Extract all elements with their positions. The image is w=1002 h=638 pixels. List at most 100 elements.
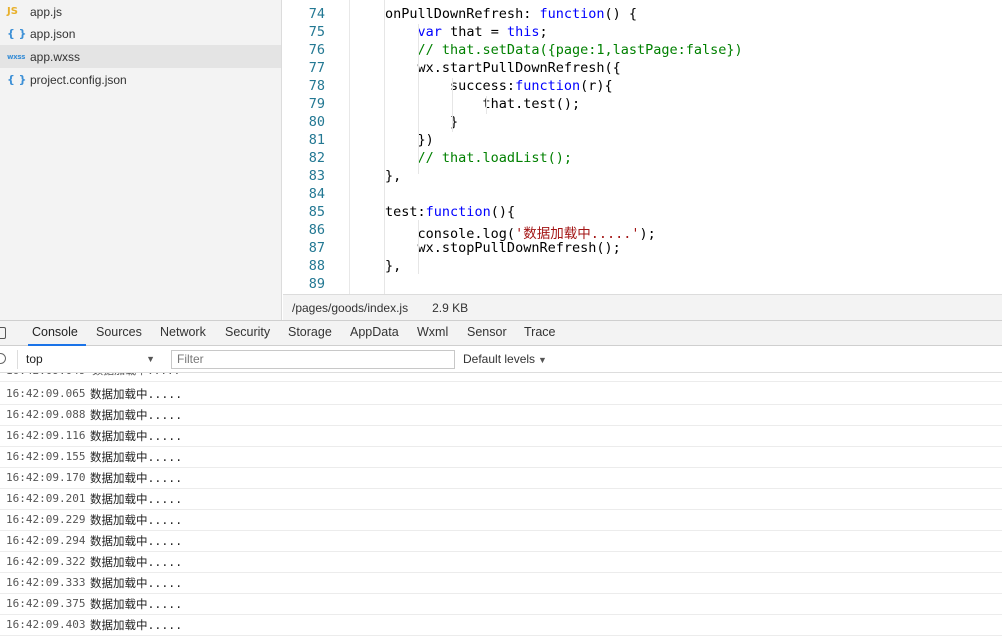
code-line: } xyxy=(320,114,458,130)
log-message: 数据加载中..... xyxy=(90,555,183,569)
console-log-row: 16:42:09.229 数据加载中..... xyxy=(0,510,1002,531)
log-entry: 16:42:09.049 数据加载中..... xyxy=(6,373,180,381)
code-line: wx.startPullDownRefresh({ xyxy=(320,60,621,76)
code-token: }, xyxy=(320,168,402,184)
code-token: var xyxy=(417,24,442,40)
tab-console[interactable]: Console xyxy=(28,321,86,346)
log-message: 数据加载中..... xyxy=(90,597,183,611)
editor-status-bar: /pages/goods/index.js 2.9 KB xyxy=(283,294,1002,320)
file-tree-item[interactable]: JS app.js xyxy=(0,0,281,23)
log-message: 数据加载中..... xyxy=(90,534,183,548)
tab-security[interactable]: Security xyxy=(225,321,270,346)
line-number: 86 xyxy=(308,222,325,238)
line-number: 76 xyxy=(308,42,325,58)
tab-sources[interactable]: Sources xyxy=(96,321,142,346)
file-tree-item[interactable]: { } app.json xyxy=(0,22,281,45)
js-file-icon: JS xyxy=(7,6,18,17)
log-timestamp: 16:42:09.088 xyxy=(6,408,86,421)
tab-sensor[interactable]: Sensor xyxy=(467,321,507,346)
file-tree-item[interactable]: wxss app.wxss xyxy=(0,45,281,68)
tab-storage[interactable]: Storage xyxy=(288,321,332,346)
code-token: that.test(); xyxy=(320,96,581,112)
console-log-row: 16:42:09.333 数据加载中..... xyxy=(0,573,1002,594)
ide-top-area: JS app.js{ } app.json wxss app.wxss{ } projec… xyxy=(0,0,1002,320)
indent-guide xyxy=(452,78,453,132)
line-number: 89 xyxy=(308,276,325,292)
console-log-row: 16:42:09.403 数据加载中..... xyxy=(0,615,1002,636)
code-line: console.log('数据加载中.....'); xyxy=(320,222,656,242)
log-timestamp: 16:42:09.201 xyxy=(6,492,86,505)
file-name: app.json xyxy=(30,26,76,41)
indent-guide xyxy=(486,96,487,114)
file-tree-item[interactable]: { } project.config.json xyxy=(0,68,281,91)
line-number: 77 xyxy=(308,60,325,76)
console-output[interactable]: 16:42:09.049 数据加载中..... 16:42:09.065 数据加载中… xyxy=(0,373,1002,638)
line-number: 75 xyxy=(308,24,325,40)
tab-trace[interactable]: Trace xyxy=(524,321,556,346)
code-line: wx.stopPullDownRefresh(); xyxy=(320,240,621,256)
code-editor[interactable]: 74 75 76 77 78 79 80 81 82 83 84 85 86 87 88 89 onPullD… xyxy=(283,0,1002,294)
log-message: 数据加载中..... xyxy=(90,618,183,632)
line-number: 82 xyxy=(308,150,325,166)
code-token: } xyxy=(320,114,459,130)
code-line: var that = this; xyxy=(320,24,548,40)
log-message: 数据加载中..... xyxy=(90,492,183,506)
log-timestamp: 16:42:09.155 xyxy=(6,450,86,463)
tab-appdata[interactable]: AppData xyxy=(350,321,399,346)
code-token: onPullDownRefresh: xyxy=(320,6,540,22)
indent-guide xyxy=(418,24,419,174)
log-levels-dropdown[interactable]: Default levels ▼ xyxy=(463,350,547,369)
dropdown-arrow-icon: ▼ xyxy=(146,354,155,364)
code-token: }) xyxy=(320,132,434,148)
log-timestamp: 16:42:09.375 xyxy=(6,597,86,610)
code-token: (){ xyxy=(490,204,516,220)
console-log-row: 16:42:09.375 数据加载中..... xyxy=(0,594,1002,615)
json-file-icon: { } xyxy=(7,27,27,40)
file-name: app.js xyxy=(30,4,63,19)
tab-wxml[interactable]: Wxml xyxy=(417,321,448,346)
code-token: wx.stopPullDownRefresh(); xyxy=(320,240,621,256)
file-name: project.config.json xyxy=(30,72,127,87)
file-tree: JS app.js{ } app.json wxss app.wxss{ } projec… xyxy=(0,0,282,320)
code-line: that.test(); xyxy=(320,96,581,112)
code-token: }, xyxy=(320,258,402,274)
line-number: 81 xyxy=(308,132,325,148)
code-token: this xyxy=(506,24,540,40)
code-token: that = xyxy=(441,24,507,40)
tab-network[interactable]: Network xyxy=(160,321,206,346)
devtools-tab-bar: Console Sources Network Security Storage AppD… xyxy=(0,320,1002,346)
console-log-row: 16:42:09.088 数据加载中..... xyxy=(0,405,1002,426)
console-log-row: 16:42:09.116 数据加载中..... xyxy=(0,426,1002,447)
code-token: test: xyxy=(320,204,426,220)
code-line: test:function(){ xyxy=(320,204,515,220)
log-timestamp: 16:42:09.229 xyxy=(6,513,86,526)
line-number: 87 xyxy=(308,240,325,256)
line-number: 78 xyxy=(308,78,325,94)
context-selector[interactable]: top ▼ xyxy=(17,350,160,369)
code-token: function xyxy=(539,6,605,22)
log-message: 数据加载中..... xyxy=(90,429,183,443)
console-filter-bar: top ▼ Filter Default levels ▼ xyxy=(0,346,1002,373)
line-number: 85 xyxy=(308,204,325,220)
console-log-row: 16:42:09.155 数据加载中..... xyxy=(0,447,1002,468)
code-token: // that.loadList(); xyxy=(320,150,572,166)
log-message: 数据加载中..... xyxy=(90,471,183,485)
json-file-icon: { } xyxy=(7,73,27,86)
console-filter-input[interactable]: Filter xyxy=(171,350,455,369)
code-token: ); xyxy=(639,226,656,242)
dropdown-arrow-icon: ▼ xyxy=(538,355,547,365)
log-levels-label: Default levels xyxy=(463,352,536,366)
line-number: 83 xyxy=(308,168,325,184)
inspect-element-icon[interactable] xyxy=(0,327,6,339)
log-timestamp: 16:42:09.322 xyxy=(6,555,86,568)
log-timestamp: 16:42:09.294 xyxy=(6,534,86,547)
line-number: 79 xyxy=(308,96,325,112)
code-token: (r){ xyxy=(580,78,613,94)
wxss-file-icon: wxss xyxy=(7,52,26,61)
clear-console-icon[interactable] xyxy=(0,353,6,364)
log-message: 数据加载中..... xyxy=(90,450,183,464)
code-line: }) xyxy=(320,132,434,148)
line-number: 74 xyxy=(308,6,325,22)
console-log-row: 16:42:09.322 数据加载中..... xyxy=(0,552,1002,573)
